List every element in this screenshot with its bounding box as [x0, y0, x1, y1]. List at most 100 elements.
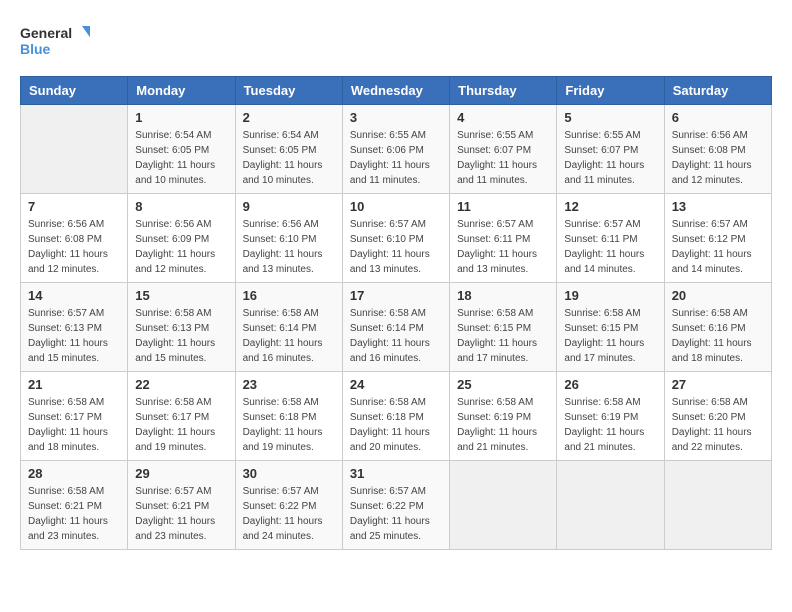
- day-number: 22: [135, 377, 227, 392]
- day-number: 2: [243, 110, 335, 125]
- calendar-cell: 3 Sunrise: 6:55 AM Sunset: 6:06 PM Daylig…: [342, 105, 449, 194]
- day-detail: Sunrise: 6:55 AM Sunset: 6:06 PM Dayligh…: [350, 128, 442, 188]
- calendar-cell: [450, 461, 557, 550]
- calendar-cell: 9Sunrise: 6:56 AM Sunset: 6:10 PM Daylig…: [235, 194, 342, 283]
- calendar-cell: 31Sunrise: 6:57 AM Sunset: 6:22 PM Dayli…: [342, 461, 449, 550]
- day-detail: Sunrise: 6:56 AM Sunset: 6:09 PM Dayligh…: [135, 217, 227, 277]
- day-number: 4: [457, 110, 549, 125]
- day-number: 19: [564, 288, 656, 303]
- day-number: 3: [350, 110, 442, 125]
- calendar-week-5: 28 Sunrise: 6:58 AM Sunset: 6:21 PM Dayli…: [21, 461, 772, 550]
- day-detail: Sunrise: 6:57 AM Sunset: 6:12 PM Dayligh…: [672, 217, 764, 277]
- calendar-cell: 29 Sunrise: 6:57 AM Sunset: 6:21 PM Dayli…: [128, 461, 235, 550]
- day-detail: Sunrise: 6:58 AM Sunset: 6:14 PM Dayligh…: [350, 306, 442, 366]
- day-detail: Sunrise: 6:57 AM Sunset: 6:22 PM Dayligh…: [243, 484, 335, 544]
- day-number: 5: [564, 110, 656, 125]
- calendar-cell: 22 Sunrise: 6:58 AM Sunset: 6:17 PM Dayli…: [128, 372, 235, 461]
- calendar-cell: [664, 461, 771, 550]
- calendar-cell: 19Sunrise: 6:58 AM Sunset: 6:15 PM Dayli…: [557, 283, 664, 372]
- calendar-cell: 23 Sunrise: 6:58 AM Sunset: 6:18 PM Dayli…: [235, 372, 342, 461]
- day-number: 28: [28, 466, 120, 481]
- page-header: General Blue: [20, 20, 772, 60]
- day-detail: Sunrise: 6:57 AM Sunset: 6:13 PM Dayligh…: [28, 306, 120, 366]
- calendar-cell: 27 Sunrise: 6:58 AM Sunset: 6:20 PM Dayli…: [664, 372, 771, 461]
- day-detail: Sunrise: 6:55 AM Sunset: 6:07 PM Dayligh…: [564, 128, 656, 188]
- day-detail: Sunrise: 6:58 AM Sunset: 6:15 PM Dayligh…: [457, 306, 549, 366]
- calendar-cell: 5 Sunrise: 6:55 AM Sunset: 6:07 PM Daylig…: [557, 105, 664, 194]
- day-detail: Sunrise: 6:55 AM Sunset: 6:07 PM Dayligh…: [457, 128, 549, 188]
- calendar-week-3: 14 Sunrise: 6:57 AM Sunset: 6:13 PM Dayli…: [21, 283, 772, 372]
- day-number: 30: [243, 466, 335, 481]
- day-number: 17: [350, 288, 442, 303]
- day-detail: Sunrise: 6:58 AM Sunset: 6:18 PM Dayligh…: [243, 395, 335, 455]
- header-cell-monday: Monday: [128, 77, 235, 105]
- calendar-cell: 16 Sunrise: 6:58 AM Sunset: 6:14 PM Dayli…: [235, 283, 342, 372]
- calendar-cell: 6 Sunrise: 6:56 AM Sunset: 6:08 PM Daylig…: [664, 105, 771, 194]
- calendar-cell: 17 Sunrise: 6:58 AM Sunset: 6:14 PM Dayli…: [342, 283, 449, 372]
- day-number: 9: [243, 199, 335, 214]
- logo: General Blue: [20, 20, 90, 60]
- calendar-cell: 2Sunrise: 6:54 AM Sunset: 6:05 PM Daylig…: [235, 105, 342, 194]
- day-number: 27: [672, 377, 764, 392]
- calendar-cell: 28 Sunrise: 6:58 AM Sunset: 6:21 PM Dayli…: [21, 461, 128, 550]
- day-number: 26: [564, 377, 656, 392]
- calendar-cell: 18 Sunrise: 6:58 AM Sunset: 6:15 PM Dayli…: [450, 283, 557, 372]
- day-number: 11: [457, 199, 549, 214]
- day-detail: Sunrise: 6:57 AM Sunset: 6:11 PM Dayligh…: [564, 217, 656, 277]
- day-detail: Sunrise: 6:58 AM Sunset: 6:17 PM Dayligh…: [28, 395, 120, 455]
- calendar-table: SundayMondayTuesdayWednesdayThursdayFrid…: [20, 76, 772, 550]
- calendar-week-2: 7 Sunrise: 6:56 AM Sunset: 6:08 PM Daylig…: [21, 194, 772, 283]
- calendar-cell: 25Sunrise: 6:58 AM Sunset: 6:19 PM Dayli…: [450, 372, 557, 461]
- day-detail: Sunrise: 6:58 AM Sunset: 6:14 PM Dayligh…: [243, 306, 335, 366]
- day-number: 18: [457, 288, 549, 303]
- calendar-header-row: SundayMondayTuesdayWednesdayThursdayFrid…: [21, 77, 772, 105]
- logo-svg: General Blue: [20, 20, 90, 60]
- day-number: 29: [135, 466, 227, 481]
- day-detail: Sunrise: 6:58 AM Sunset: 6:19 PM Dayligh…: [564, 395, 656, 455]
- calendar-cell: 11 Sunrise: 6:57 AM Sunset: 6:11 PM Dayli…: [450, 194, 557, 283]
- day-detail: Sunrise: 6:58 AM Sunset: 6:17 PM Dayligh…: [135, 395, 227, 455]
- day-detail: Sunrise: 6:58 AM Sunset: 6:18 PM Dayligh…: [350, 395, 442, 455]
- calendar-cell: 15 Sunrise: 6:58 AM Sunset: 6:13 PM Dayli…: [128, 283, 235, 372]
- day-number: 20: [672, 288, 764, 303]
- day-number: 25: [457, 377, 549, 392]
- calendar-cell: 14 Sunrise: 6:57 AM Sunset: 6:13 PM Dayli…: [21, 283, 128, 372]
- day-detail: Sunrise: 6:58 AM Sunset: 6:16 PM Dayligh…: [672, 306, 764, 366]
- day-number: 14: [28, 288, 120, 303]
- day-detail: Sunrise: 6:57 AM Sunset: 6:21 PM Dayligh…: [135, 484, 227, 544]
- day-detail: Sunrise: 6:56 AM Sunset: 6:08 PM Dayligh…: [28, 217, 120, 277]
- day-number: 10: [350, 199, 442, 214]
- calendar-cell: 24Sunrise: 6:58 AM Sunset: 6:18 PM Dayli…: [342, 372, 449, 461]
- calendar-cell: 7 Sunrise: 6:56 AM Sunset: 6:08 PM Daylig…: [21, 194, 128, 283]
- svg-text:General: General: [20, 25, 72, 41]
- day-number: 15: [135, 288, 227, 303]
- header-cell-wednesday: Wednesday: [342, 77, 449, 105]
- header-cell-friday: Friday: [557, 77, 664, 105]
- day-detail: Sunrise: 6:58 AM Sunset: 6:20 PM Dayligh…: [672, 395, 764, 455]
- day-number: 7: [28, 199, 120, 214]
- day-number: 6: [672, 110, 764, 125]
- calendar-cell: 21 Sunrise: 6:58 AM Sunset: 6:17 PM Dayli…: [21, 372, 128, 461]
- day-number: 16: [243, 288, 335, 303]
- day-number: 8: [135, 199, 227, 214]
- day-detail: Sunrise: 6:57 AM Sunset: 6:11 PM Dayligh…: [457, 217, 549, 277]
- calendar-cell: 8 Sunrise: 6:56 AM Sunset: 6:09 PM Daylig…: [128, 194, 235, 283]
- calendar-cell: [21, 105, 128, 194]
- day-detail: Sunrise: 6:56 AM Sunset: 6:08 PM Dayligh…: [672, 128, 764, 188]
- day-detail: Sunrise: 6:57 AM Sunset: 6:10 PM Dayligh…: [350, 217, 442, 277]
- calendar-cell: 4 Sunrise: 6:55 AM Sunset: 6:07 PM Daylig…: [450, 105, 557, 194]
- day-number: 23: [243, 377, 335, 392]
- day-number: 21: [28, 377, 120, 392]
- day-detail: Sunrise: 6:58 AM Sunset: 6:21 PM Dayligh…: [28, 484, 120, 544]
- svg-text:Blue: Blue: [20, 41, 51, 57]
- header-cell-saturday: Saturday: [664, 77, 771, 105]
- day-detail: Sunrise: 6:58 AM Sunset: 6:13 PM Dayligh…: [135, 306, 227, 366]
- day-number: 12: [564, 199, 656, 214]
- calendar-cell: 26 Sunrise: 6:58 AM Sunset: 6:19 PM Dayli…: [557, 372, 664, 461]
- day-number: 31: [350, 466, 442, 481]
- day-detail: Sunrise: 6:54 AM Sunset: 6:05 PM Dayligh…: [135, 128, 227, 188]
- calendar-cell: 1Sunrise: 6:54 AM Sunset: 6:05 PM Daylig…: [128, 105, 235, 194]
- calendar-week-1: 1Sunrise: 6:54 AM Sunset: 6:05 PM Daylig…: [21, 105, 772, 194]
- calendar-cell: 10 Sunrise: 6:57 AM Sunset: 6:10 PM Dayli…: [342, 194, 449, 283]
- calendar-cell: 30 Sunrise: 6:57 AM Sunset: 6:22 PM Dayli…: [235, 461, 342, 550]
